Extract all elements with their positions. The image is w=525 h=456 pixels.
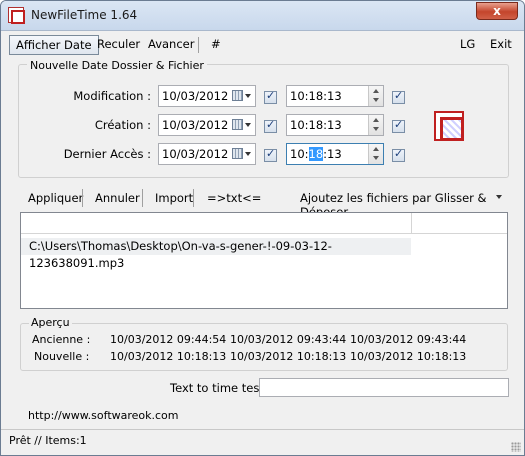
creation-date-checkbox[interactable]	[264, 118, 277, 133]
modification-time-checkbox[interactable]	[392, 89, 405, 104]
website-link[interactable]: http://www.softwareok.com	[28, 409, 179, 422]
calendar-icon	[232, 90, 243, 101]
spin-up-icon[interactable]	[373, 89, 379, 93]
nouvelle-acces: 10/03/2012 10:18:13	[350, 350, 467, 363]
modification-date-checkbox[interactable]	[264, 89, 277, 104]
appliquer-button[interactable]: Appliquer	[28, 191, 83, 205]
time-hours: 10:	[290, 147, 309, 161]
app-window: NewFileTime 1.64 x Afficher Date Reculer…	[0, 0, 525, 456]
modification-time-value: 10:18:13	[290, 89, 342, 103]
close-button[interactable]: x	[476, 2, 518, 20]
ancienne-creation: 10/03/2012 09:43:44	[230, 333, 347, 346]
dernier-acces-date-value: 10/03/2012	[162, 147, 229, 161]
time-spinner[interactable]	[368, 144, 383, 164]
modification-time-field[interactable]: 10:18:13	[286, 85, 384, 107]
app-icon[interactable]	[8, 7, 25, 24]
resize-grip-icon[interactable]	[511, 442, 521, 452]
toolbar-separator	[193, 189, 194, 207]
menu-avancer[interactable]: Avancer	[142, 35, 200, 55]
spin-up-icon[interactable]	[373, 147, 379, 151]
dropdown-arrow-icon	[245, 94, 251, 98]
dropdown-arrow-icon	[245, 123, 251, 127]
date-group-title: Nouvelle Date Dossier & Fichier	[27, 59, 207, 72]
modification-date-picker[interactable]: 10/03/2012	[158, 85, 256, 107]
dernier-acces-time-field[interactable]: 10:18:13	[286, 143, 384, 165]
dropdown-arrow-icon[interactable]	[496, 195, 502, 199]
menu-language[interactable]: LG	[454, 35, 481, 55]
ancienne-modification: 10/03/2012 09:44:54	[110, 333, 227, 346]
dernier-acces-date-picker[interactable]: 10/03/2012	[158, 143, 256, 165]
nouvelle-modification: 10/03/2012 10:18:13	[110, 350, 227, 363]
menu-bar: Afficher Date Reculer Avancer # LG Exit	[5, 32, 520, 57]
spin-up-icon[interactable]	[373, 118, 379, 122]
dropdown-arrow-icon	[245, 152, 251, 156]
creation-label: Création :	[94, 118, 151, 132]
spin-down-icon[interactable]	[373, 98, 379, 102]
dernier-acces-date-checkbox[interactable]	[264, 147, 277, 162]
calendar-icon	[232, 119, 243, 130]
spin-down-icon[interactable]	[373, 127, 379, 131]
newfiletime-logo-icon[interactable]	[434, 111, 464, 141]
menu-afficher-date[interactable]: Afficher Date	[9, 35, 99, 55]
status-text: Prêt // Items:1	[9, 434, 87, 447]
file-list-header	[21, 213, 507, 234]
column-header[interactable]	[21, 213, 412, 233]
calendar-dropdown-button[interactable]	[230, 88, 254, 104]
menu-exit[interactable]: Exit	[484, 35, 518, 55]
menu-separator	[198, 37, 199, 53]
spin-down-icon[interactable]	[373, 156, 379, 160]
creation-date-value: 10/03/2012	[162, 118, 229, 132]
status-bar: Prêt // Items:1	[1, 429, 524, 455]
ancienne-acces: 10/03/2012 09:43:44	[350, 333, 467, 346]
calendar-icon	[232, 148, 243, 159]
import-button[interactable]: Import	[155, 191, 193, 205]
calendar-dropdown-button[interactable]	[230, 146, 254, 162]
apercu-title: Aperçu	[29, 316, 72, 329]
file-list[interactable]: C:\Users\Thomas\Desktop\On-va-s-gener-!-…	[20, 212, 508, 309]
text-to-time-input[interactable]	[259, 378, 509, 397]
menu-hash[interactable]: #	[205, 35, 227, 55]
creation-time-checkbox[interactable]	[392, 118, 405, 133]
time-minutes-selected: 18	[308, 147, 324, 161]
creation-time-value: 10:18:13	[290, 118, 342, 132]
window-title: NewFileTime 1.64	[31, 8, 138, 22]
dernier-acces-time-checkbox[interactable]	[392, 147, 405, 162]
action-toolbar: Appliquer Annuler Import =>txt<= Ajoutez…	[18, 187, 509, 219]
modification-date-value: 10/03/2012	[162, 89, 229, 103]
title-bar: NewFileTime 1.64 x	[1, 1, 524, 31]
apercu-group-box	[20, 323, 508, 371]
nouvelle-label: Nouvelle :	[34, 350, 90, 363]
time-spinner[interactable]	[368, 86, 383, 106]
toolbar-separator	[142, 189, 143, 207]
ancienne-label: Ancienne :	[32, 333, 91, 346]
creation-date-picker[interactable]: 10/03/2012	[158, 114, 256, 136]
time-spinner[interactable]	[368, 115, 383, 135]
calendar-dropdown-button[interactable]	[230, 117, 254, 133]
txt-button[interactable]: =>txt<=	[207, 191, 261, 205]
list-item[interactable]: C:\Users\Thomas\Desktop\On-va-s-gener-!-…	[21, 238, 411, 270]
modification-label: Modification :	[73, 89, 151, 103]
nouvelle-creation: 10/03/2012 10:18:13	[230, 350, 347, 363]
annuler-button[interactable]: Annuler	[95, 191, 140, 205]
menu-reculer[interactable]: Reculer	[91, 35, 146, 55]
toolbar-separator	[82, 189, 83, 207]
dernier-acces-label: Dernier Accès :	[63, 147, 151, 161]
time-seconds: :13	[323, 147, 342, 161]
creation-time-field[interactable]: 10:18:13	[286, 114, 384, 136]
